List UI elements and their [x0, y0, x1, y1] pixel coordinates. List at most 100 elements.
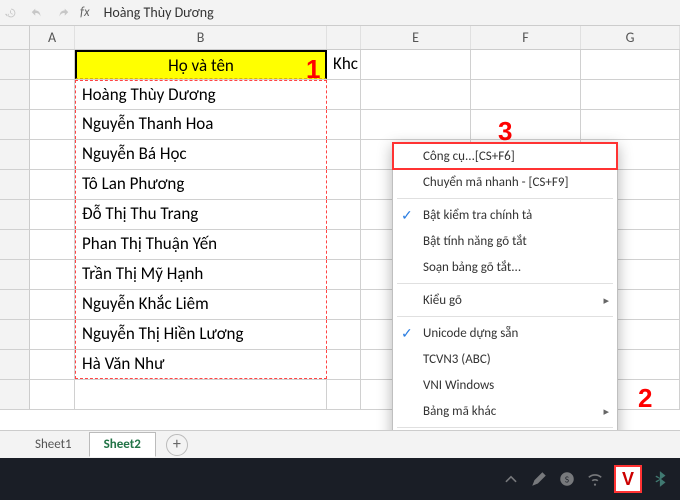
- cell[interactable]: [327, 140, 361, 169]
- cell[interactable]: [581, 50, 680, 79]
- menu-item[interactable]: VNI Windows: [393, 372, 617, 398]
- select-all-cell[interactable]: [0, 26, 30, 49]
- cell[interactable]: [327, 290, 361, 319]
- name-cell[interactable]: Đỗ Thị Thu Trang: [75, 200, 327, 229]
- cell[interactable]: [30, 50, 75, 79]
- menu-item[interactable]: Công cụ...[CS+F6]: [393, 143, 617, 169]
- tab-sheet1[interactable]: Sheet1: [20, 432, 87, 457]
- row-header[interactable]: [0, 350, 30, 379]
- cell[interactable]: [361, 50, 471, 79]
- cell[interactable]: [30, 290, 75, 319]
- col-header-f[interactable]: F: [471, 26, 581, 49]
- cell[interactable]: [30, 110, 75, 139]
- row-header[interactable]: [0, 380, 30, 409]
- row-header[interactable]: [0, 50, 30, 79]
- redo-icon[interactable]: [56, 6, 70, 20]
- row-header[interactable]: [0, 140, 30, 169]
- cell[interactable]: [327, 80, 361, 109]
- cell[interactable]: [30, 170, 75, 199]
- cell[interactable]: [327, 200, 361, 229]
- col-header-e[interactable]: E: [361, 26, 471, 49]
- row-header[interactable]: [0, 170, 30, 199]
- cell[interactable]: Khc: [327, 50, 361, 79]
- name-cell[interactable]: Nguyễn Bá Học: [75, 140, 327, 169]
- cell[interactable]: [361, 110, 471, 139]
- name-cell[interactable]: Phan Thị Thuận Yến: [75, 230, 327, 259]
- cell[interactable]: [581, 110, 680, 139]
- menu-item-label: Bật kiểm tra chính tả: [423, 208, 532, 223]
- cell[interactable]: [327, 230, 361, 259]
- add-sheet-button[interactable]: +: [166, 434, 188, 456]
- cell[interactable]: [30, 140, 75, 169]
- formula-value[interactable]: Hoàng Thùy Dương: [104, 4, 214, 21]
- cell[interactable]: [30, 350, 75, 379]
- table-row: Họ và tên Khc: [0, 50, 680, 80]
- name-cell[interactable]: Nguyễn Thanh Hoa: [75, 110, 327, 139]
- row-header[interactable]: [0, 230, 30, 259]
- cell[interactable]: [471, 110, 581, 139]
- menu-item[interactable]: TCVN3 (ABC): [393, 346, 617, 372]
- cell[interactable]: [75, 380, 327, 409]
- skype-icon[interactable]: S: [558, 470, 576, 488]
- menu-item-label: Chuyển mã nhanh - [CS+F9]: [423, 175, 568, 190]
- menu-item[interactable]: Chuyển mã nhanh - [CS+F9]: [393, 169, 617, 195]
- cell[interactable]: [30, 260, 75, 289]
- menu-item[interactable]: Bật tính năng gõ tắt: [393, 228, 617, 254]
- name-cell[interactable]: Nguyễn Khắc Liêm: [75, 290, 327, 319]
- name-cell[interactable]: Hoàng Thùy Dương: [75, 80, 327, 109]
- check-icon: ✓: [401, 207, 413, 224]
- cell[interactable]: [471, 50, 581, 79]
- tab-sheet2[interactable]: Sheet2: [89, 432, 156, 457]
- row-header[interactable]: [0, 320, 30, 349]
- name-cell[interactable]: Trần Thị Mỹ Hạnh: [75, 260, 327, 289]
- cell[interactable]: [327, 320, 361, 349]
- menu-item[interactable]: ✓ Bật kiểm tra chính tả: [393, 202, 617, 228]
- fx-label[interactable]: fx: [80, 5, 90, 20]
- chevron-up-icon[interactable]: [502, 470, 520, 488]
- menu-item[interactable]: Bảng mã khác▸: [393, 398, 617, 424]
- row-header[interactable]: [0, 80, 30, 109]
- col-header-g[interactable]: G: [581, 26, 680, 49]
- chevron-right-icon: ▸: [603, 405, 609, 418]
- table-header-cell[interactable]: Họ và tên: [75, 50, 327, 79]
- svg-text:S: S: [565, 474, 569, 485]
- pen-icon[interactable]: [530, 470, 548, 488]
- cell[interactable]: [361, 80, 471, 109]
- bluetooth-icon[interactable]: [652, 470, 670, 488]
- table-row: Hoàng Thùy Dương: [0, 80, 680, 110]
- cell[interactable]: [30, 230, 75, 259]
- cell[interactable]: [327, 110, 361, 139]
- name-cell[interactable]: Hà Văn Như: [75, 350, 327, 379]
- row-header[interactable]: [0, 260, 30, 289]
- cell[interactable]: [30, 380, 75, 409]
- menu-item-label: Công cụ...[CS+F6]: [423, 149, 515, 164]
- cell[interactable]: [30, 320, 75, 349]
- history-icon[interactable]: [4, 6, 18, 20]
- check-icon: ✓: [401, 325, 413, 342]
- cell[interactable]: [30, 80, 75, 109]
- cell[interactable]: [30, 200, 75, 229]
- menu-item[interactable]: Kiểu gõ▸: [393, 287, 617, 313]
- name-cell[interactable]: Nguyễn Thị Hiền Lương: [75, 320, 327, 349]
- menu-item[interactable]: Soạn bảng gõ tắt...: [393, 254, 617, 280]
- cell[interactable]: [581, 80, 680, 109]
- row-header[interactable]: [0, 290, 30, 319]
- wifi-icon[interactable]: [586, 470, 604, 488]
- col-header-b[interactable]: B: [75, 26, 327, 49]
- cell[interactable]: [327, 260, 361, 289]
- menu-item[interactable]: ✓Unicode dựng sẵn: [393, 320, 617, 346]
- row-header[interactable]: [0, 200, 30, 229]
- menu-item-label: VNI Windows: [423, 378, 494, 393]
- sheet-tabs: Sheet1 Sheet2 +: [0, 430, 680, 458]
- cell[interactable]: [327, 350, 361, 379]
- cell[interactable]: [327, 170, 361, 199]
- col-header-c[interactable]: [327, 26, 361, 49]
- unikey-tray-icon[interactable]: V: [614, 465, 642, 493]
- name-cell[interactable]: Tô Lan Phương: [75, 170, 327, 199]
- row-header[interactable]: [0, 110, 30, 139]
- col-header-a[interactable]: A: [30, 26, 75, 49]
- annotation-1: 1: [306, 54, 320, 85]
- cell[interactable]: [327, 380, 361, 409]
- cell[interactable]: [471, 80, 581, 109]
- undo-icon[interactable]: [30, 6, 44, 20]
